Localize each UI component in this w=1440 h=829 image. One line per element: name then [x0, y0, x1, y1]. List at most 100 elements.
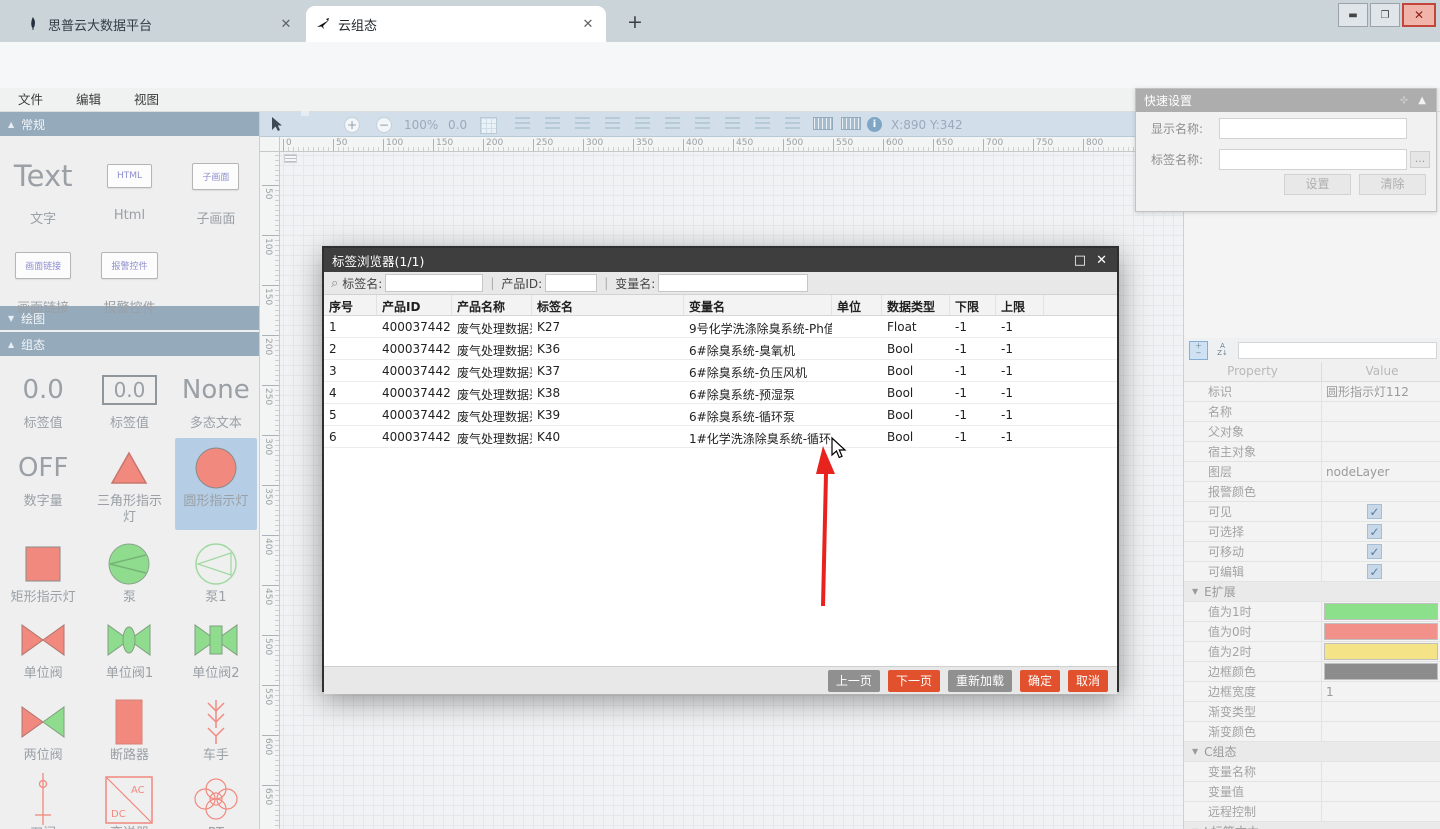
restore-button[interactable]: ❐: [1370, 3, 1400, 27]
property-row[interactable]: 可选择✓: [1184, 522, 1440, 542]
property-row[interactable]: 可移动✓: [1184, 542, 1440, 562]
property-value[interactable]: [1321, 702, 1440, 721]
table-row[interactable]: 6400037442废气处理数据采K401#化学洗涤除臭系统-循环泵Bool-1…: [324, 426, 1117, 448]
minimize-button[interactable]: ▬: [1338, 3, 1368, 27]
property-value[interactable]: [1321, 422, 1440, 441]
browse-tags-button[interactable]: ...: [1410, 151, 1430, 168]
prev-page-button[interactable]: 上一页: [828, 670, 880, 692]
checkbox-checked-icon[interactable]: ✓: [1367, 504, 1382, 519]
palette-item-valve-ellipse[interactable]: 单位阀1: [88, 610, 170, 688]
property-row[interactable]: 值为2时: [1184, 642, 1440, 662]
menu-item-2[interactable]: 视图: [134, 88, 159, 111]
palette-section-scada[interactable]: ▲ 组态: [0, 332, 259, 356]
property-value[interactable]: [1321, 402, 1440, 421]
distribute-v-icon[interactable]: [725, 117, 740, 130]
new-tab-button[interactable]: +: [622, 10, 648, 36]
palette-item-valve-red[interactable]: 单位阀: [2, 610, 84, 688]
close-button[interactable]: ✕: [1402, 3, 1436, 27]
palette-item-general-2[interactable]: 子画面子画面: [173, 138, 259, 227]
table-row[interactable]: 3400037442废气处理数据采K376#除臭系统-负压风机Bool-1-1: [324, 360, 1117, 382]
align-left-icon[interactable]: [515, 117, 530, 130]
property-filter-input[interactable]: [1238, 342, 1437, 359]
pause-icon[interactable]: [785, 117, 800, 130]
zoom-out-icon[interactable]: −: [376, 117, 392, 133]
property-section-18[interactable]: ▼C组态: [1184, 742, 1440, 762]
property-value[interactable]: 1: [1321, 682, 1440, 701]
color-swatch[interactable]: [1324, 663, 1438, 680]
distribute-h-icon[interactable]: [695, 117, 710, 130]
align-middle-icon[interactable]: [635, 117, 650, 130]
product-search-input[interactable]: [545, 274, 597, 292]
display-name-input[interactable]: [1219, 118, 1407, 139]
grid-toggle-icon[interactable]: [480, 117, 497, 134]
palette-section-general[interactable]: ▲ 常规: [0, 112, 259, 136]
info-icon[interactable]: i: [867, 117, 882, 132]
checkbox-checked-icon[interactable]: ✓: [1367, 544, 1382, 559]
align-center-icon[interactable]: [545, 117, 560, 130]
color-swatch[interactable]: [1324, 643, 1438, 660]
palette-item-general-0[interactable]: Text文字: [0, 138, 86, 227]
palette-item-pump-outline[interactable]: 泵1: [175, 534, 257, 606]
zoom-in-icon[interactable]: +: [344, 117, 360, 133]
property-value[interactable]: nodeLayer: [1321, 462, 1440, 481]
palette-item-general-3[interactable]: 画面链接画面链接: [0, 227, 86, 316]
property-row[interactable]: 报警颜色: [1184, 482, 1440, 502]
palette-item-knife[interactable]: 刀闸: [2, 770, 84, 829]
ruler-v-icon[interactable]: [841, 117, 861, 130]
align-bottom-icon[interactable]: [665, 117, 680, 130]
align-top-icon[interactable]: [605, 117, 620, 130]
table-row[interactable]: 1400037442废气处理数据采K279号化学洗涤除臭系统-Ph值Float-…: [324, 316, 1117, 338]
palette-item-acdc[interactable]: ACDC变送器: [88, 770, 170, 829]
next-page-button[interactable]: 下一页: [888, 670, 940, 692]
ruler-h-icon[interactable]: [813, 117, 833, 130]
property-value[interactable]: [1321, 722, 1440, 741]
categorized-view-icon[interactable]: ＋−: [1189, 341, 1208, 360]
property-row[interactable]: 名称: [1184, 402, 1440, 422]
menu-item-0[interactable]: 文件: [18, 88, 43, 111]
select-tool-icon[interactable]: [270, 116, 284, 132]
property-row[interactable]: 渐变类型: [1184, 702, 1440, 722]
table-row[interactable]: 5400037442废气处理数据采K396#除臭系统-循环泵Bool-1-1: [324, 404, 1117, 426]
tab-close-icon[interactable]: ✕: [580, 17, 596, 32]
dock-icon[interactable]: ⊹: [1400, 95, 1408, 106]
quick-settings-titlebar[interactable]: 快速设置 ⊹ ▲: [1136, 89, 1436, 112]
palette-item-text[interactable]: 0.0标签值: [2, 360, 84, 434]
property-section-22[interactable]: ▼L标签文本: [1184, 822, 1440, 829]
color-swatch[interactable]: [1324, 603, 1438, 620]
property-value[interactable]: ✓: [1321, 502, 1440, 521]
property-row[interactable]: 标识圆形指示灯112: [1184, 382, 1440, 402]
tab-close-icon[interactable]: ✕: [278, 17, 294, 32]
palette-item-flower[interactable]: RT: [175, 770, 257, 829]
property-value[interactable]: [1321, 602, 1440, 621]
property-row[interactable]: 可见✓: [1184, 502, 1440, 522]
maximize-icon[interactable]: □: [1074, 253, 1086, 268]
palette-item-valve-rect[interactable]: 单位阀2: [175, 610, 257, 688]
tag-name-input[interactable]: [1219, 149, 1407, 170]
property-value[interactable]: ✓: [1321, 542, 1440, 561]
property-value[interactable]: [1321, 642, 1440, 661]
palette-item-breaker[interactable]: 断路器: [88, 692, 170, 766]
reload-button[interactable]: 重新加载: [948, 670, 1012, 692]
property-value[interactable]: ✓: [1321, 522, 1440, 541]
property-row[interactable]: 父对象: [1184, 422, 1440, 442]
palette-item-circle[interactable]: 圆形指示灯: [175, 438, 257, 530]
collapse-up-icon[interactable]: ▲: [1418, 95, 1426, 106]
palette-item-square[interactable]: 矩形指示灯: [2, 534, 84, 606]
property-row[interactable]: 值为1时: [1184, 602, 1440, 622]
palette-item-text-boxed[interactable]: 0.0标签值: [88, 360, 170, 434]
palette-item-triangle[interactable]: 三角形指示灯: [88, 438, 170, 530]
sort-alphabetical-icon[interactable]: AZ↓: [1213, 341, 1232, 360]
property-value[interactable]: [1321, 622, 1440, 641]
checkbox-checked-icon[interactable]: ✓: [1367, 524, 1382, 539]
palette-item-pump[interactable]: 泵: [88, 534, 170, 606]
color-swatch[interactable]: [1324, 623, 1438, 640]
palette-item-general-1[interactable]: HTMLHtml: [86, 138, 172, 227]
property-section-10[interactable]: ▼E扩展: [1184, 582, 1440, 602]
cancel-button[interactable]: 取消: [1068, 670, 1108, 692]
checkbox-checked-icon[interactable]: ✓: [1367, 564, 1382, 579]
property-row[interactable]: 值为0时: [1184, 622, 1440, 642]
palette-item-text[interactable]: None多态文本: [175, 360, 257, 434]
property-value[interactable]: 圆形指示灯112: [1321, 382, 1440, 401]
property-value[interactable]: [1321, 762, 1440, 781]
property-row[interactable]: 渐变颜色: [1184, 722, 1440, 742]
